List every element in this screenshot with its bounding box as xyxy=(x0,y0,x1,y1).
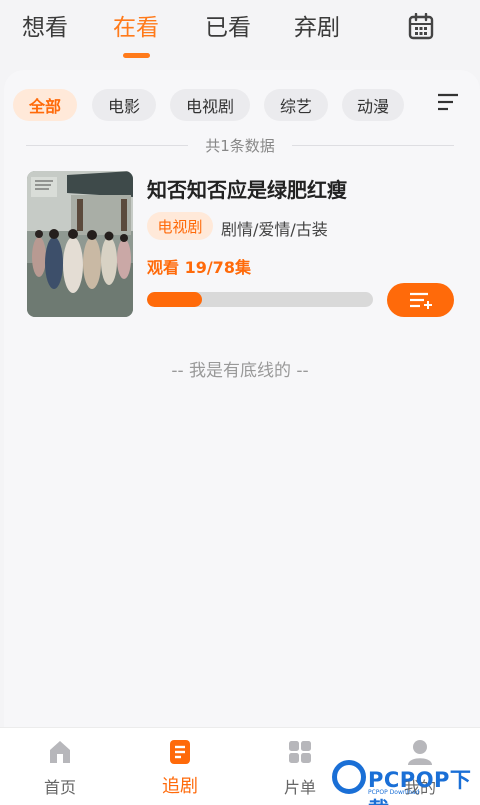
watch-progress-text: 观看 19/78集 xyxy=(147,258,251,277)
watermark-subtext: PCPOP Download xyxy=(368,789,420,796)
grid-icon xyxy=(289,741,311,763)
show-poster[interactable] xyxy=(27,171,133,317)
episode-list-button[interactable] xyxy=(387,283,454,317)
watermark-text: PCPOP下载 xyxy=(368,768,472,805)
nav-home[interactable]: 首页 xyxy=(20,728,100,805)
filter-chip-movie[interactable]: 电影 xyxy=(92,89,156,121)
show-title[interactable]: 知否知否应是绿肥红瘦 xyxy=(147,174,347,203)
calendar-icon[interactable] xyxy=(408,13,434,41)
nav-playlist-label: 片单 xyxy=(283,778,316,797)
tab-dropped[interactable]: 弃剧 xyxy=(294,8,340,42)
end-of-list-text: -- 我是有底线的 -- xyxy=(171,361,309,381)
home-icon xyxy=(50,741,70,763)
top-tab-bar: 想看 在看 已看 弃剧 xyxy=(0,0,480,70)
filter-chip-all[interactable]: 全部 xyxy=(13,89,77,121)
nav-playlist[interactable]: 片单 xyxy=(260,728,340,805)
watermark-logo: PCPOP下载 PCPOP Download xyxy=(332,758,480,805)
watch-progress-bar xyxy=(147,292,373,307)
watch-progress-fill xyxy=(147,292,203,307)
active-tab-indicator xyxy=(123,53,150,58)
category-filter-row: 全部 电影 电视剧 综艺 动漫 xyxy=(0,89,480,121)
tab-watched[interactable]: 已看 xyxy=(205,8,251,42)
filter-chip-variety[interactable]: 综艺 xyxy=(264,89,328,121)
show-type-tag: 电视剧 xyxy=(147,212,213,240)
nav-home-label: 首页 xyxy=(43,778,76,797)
follow-icon xyxy=(170,740,190,764)
nav-follow[interactable]: 追剧 xyxy=(140,728,220,805)
result-count: 共1条数据 xyxy=(26,134,454,156)
divider-right xyxy=(292,145,454,146)
content-panel xyxy=(4,70,480,730)
sort-icon[interactable] xyxy=(437,92,459,112)
filter-chip-anime[interactable]: 动漫 xyxy=(342,89,404,121)
watermark-p-icon xyxy=(332,760,366,794)
filter-chip-tv[interactable]: 电视剧 xyxy=(170,89,250,121)
show-genres: 剧情/爱情/古装 xyxy=(221,220,328,239)
list-add-icon xyxy=(409,292,432,309)
tab-want-to-watch[interactable]: 想看 xyxy=(22,8,68,42)
nav-follow-label: 追剧 xyxy=(162,776,198,797)
tab-watching[interactable]: 在看 xyxy=(113,8,159,42)
poster-image xyxy=(27,171,133,317)
